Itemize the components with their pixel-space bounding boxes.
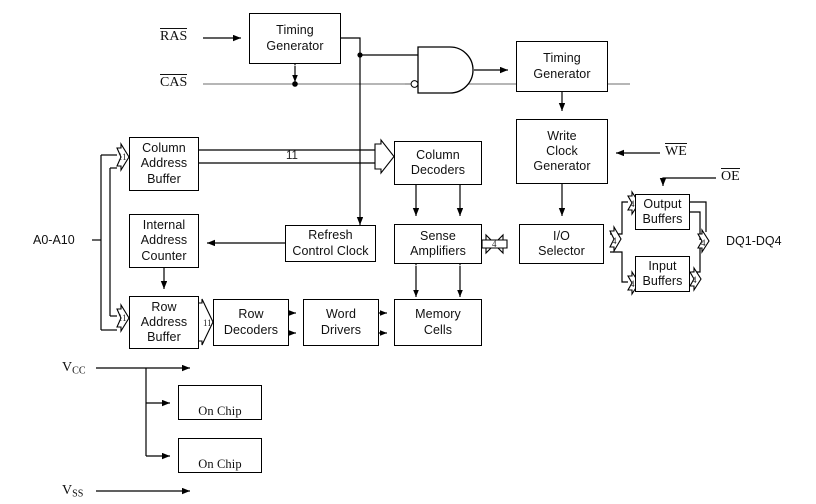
signal-label-we: WE (665, 143, 687, 160)
bus-width-io-out: 4 (612, 236, 617, 246)
block-timing-generator-2[interactable]: Timing Generator (516, 41, 608, 92)
on-chip-vbb-line1: On Chip (198, 404, 242, 419)
block-refresh-control-clock[interactable]: Refresh Control Clock (285, 225, 376, 262)
oe-text: OE (721, 168, 740, 184)
vcc-subscript: CC (72, 365, 86, 377)
block-diagram-canvas: Timing Generator Timing Generator Write … (0, 0, 816, 504)
bus-width-column-bus: 11 (286, 150, 298, 162)
cas-text: CAS (160, 74, 188, 90)
block-timing-generator-1[interactable]: Timing Generator (249, 13, 341, 64)
signal-label-vss: VSS (62, 483, 83, 500)
signal-label-oe: OE (721, 168, 740, 185)
bus-width-sense-io: 4 (492, 239, 497, 249)
block-on-chip-ivcc-generator[interactable]: On Chip IVCCGenerator (178, 438, 262, 504)
on-chip-ivcc-line2: IVCCGenerator (179, 488, 261, 504)
bus-width-row-bus: 11 (203, 318, 212, 328)
ras-text: RAS (160, 28, 188, 44)
block-output-buffers[interactable]: Output Buffers (635, 194, 690, 230)
bus-width-address-col: 11 (118, 152, 127, 162)
block-memory-cells[interactable]: Memory Cells (394, 299, 482, 346)
block-sense-amplifiers[interactable]: Sense Amplifiers (394, 224, 482, 264)
bus-width-input-buffers-out: 4 (630, 279, 635, 289)
bus-width-output-buffers-in: 4 (630, 199, 635, 209)
vss-symbol: V (62, 483, 73, 498)
signal-label-vcc: VCC (62, 360, 86, 377)
block-write-clock-generator[interactable]: Write Clock Generator (516, 119, 608, 184)
bus-width-address-row: 11 (118, 313, 127, 323)
block-column-address-buffer[interactable]: Column Address Buffer (129, 137, 199, 191)
block-internal-address-counter[interactable]: Internal Address Counter (129, 214, 199, 268)
vcc-symbol: V (62, 360, 73, 375)
block-row-address-buffer[interactable]: Row Address Buffer (129, 296, 199, 349)
bus-width-input-buffers-right: 4 (692, 275, 697, 285)
signal-label-ras: RAS (160, 28, 188, 45)
bus-width-dq-bus: 4 (701, 238, 706, 248)
signal-label-data-bus: DQ1-DQ4 (726, 234, 782, 248)
vss-subscript: SS (72, 488, 84, 500)
block-row-decoders[interactable]: Row Decoders (213, 299, 289, 346)
block-io-selector[interactable]: I/O Selector (519, 224, 604, 264)
on-chip-ivcc-line1: On Chip (198, 457, 242, 472)
signal-label-cas: CAS (160, 74, 188, 91)
block-column-decoders[interactable]: Column Decoders (394, 141, 482, 185)
block-input-buffers[interactable]: Input Buffers (635, 256, 690, 292)
we-text: WE (665, 143, 687, 159)
signal-label-address-bus: A0-A10 (33, 233, 75, 247)
block-on-chip-vbb-generator[interactable]: On Chip VBBGenerator (178, 385, 262, 465)
bus-arrow-column-bus-to-decoders (374, 138, 395, 175)
block-word-drivers[interactable]: Word Drivers (303, 299, 379, 346)
